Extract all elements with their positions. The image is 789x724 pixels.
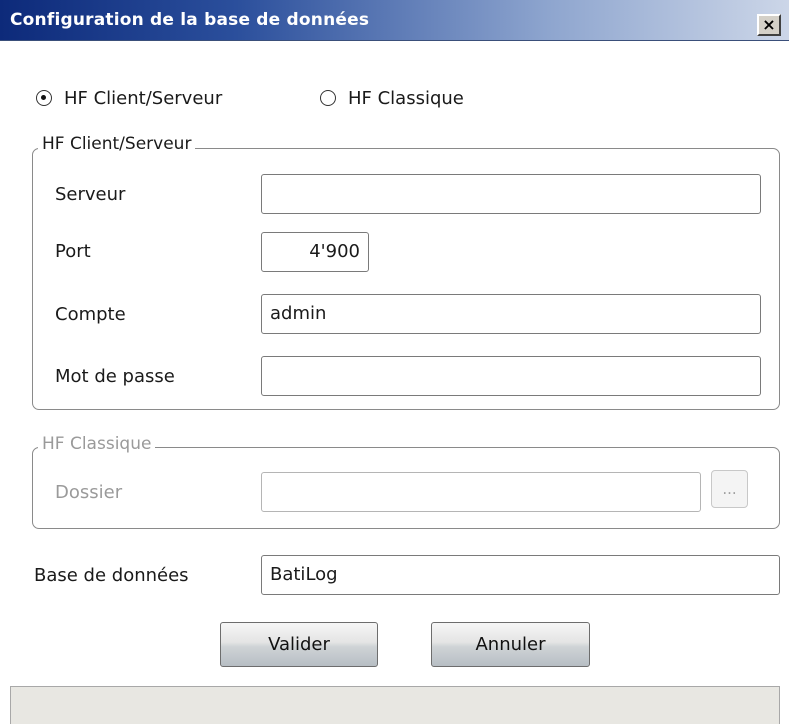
server-input[interactable]	[261, 174, 761, 214]
database-label: Base de données	[34, 565, 189, 586]
cancel-button[interactable]: Annuler	[431, 622, 590, 667]
radio-unselected-icon	[320, 90, 336, 106]
radio-hf-client-serveur[interactable]: HF Client/Serveur	[36, 86, 222, 110]
port-label: Port	[55, 241, 91, 262]
browse-button[interactable]: ...	[711, 470, 748, 508]
server-label: Serveur	[55, 184, 126, 205]
window-title: Configuration de la base de données	[10, 10, 370, 30]
group-legend-client-serveur: HF Client/Serveur	[38, 134, 196, 154]
port-input[interactable]: 4'900	[261, 232, 369, 272]
password-input[interactable]	[261, 356, 761, 396]
group-legend-classique: HF Classique	[38, 434, 156, 454]
radio-label-client-serveur: HF Client/Serveur	[64, 87, 223, 109]
radio-selected-icon	[36, 90, 52, 106]
title-bar: Configuration de la base de données ×	[0, 0, 789, 41]
folder-input[interactable]	[261, 472, 701, 512]
validate-button[interactable]: Valider	[220, 622, 378, 667]
account-label: Compte	[55, 304, 126, 325]
account-input[interactable]: admin	[261, 294, 761, 334]
close-icon: ×	[762, 15, 776, 34]
radio-label-classique: HF Classique	[348, 87, 464, 109]
close-button[interactable]: ×	[757, 14, 781, 36]
password-label: Mot de passe	[55, 366, 175, 387]
status-bar	[10, 686, 780, 724]
database-input[interactable]: BatiLog	[261, 555, 780, 595]
folder-label: Dossier	[55, 482, 123, 503]
radio-hf-classique[interactable]: HF Classique	[320, 86, 464, 110]
